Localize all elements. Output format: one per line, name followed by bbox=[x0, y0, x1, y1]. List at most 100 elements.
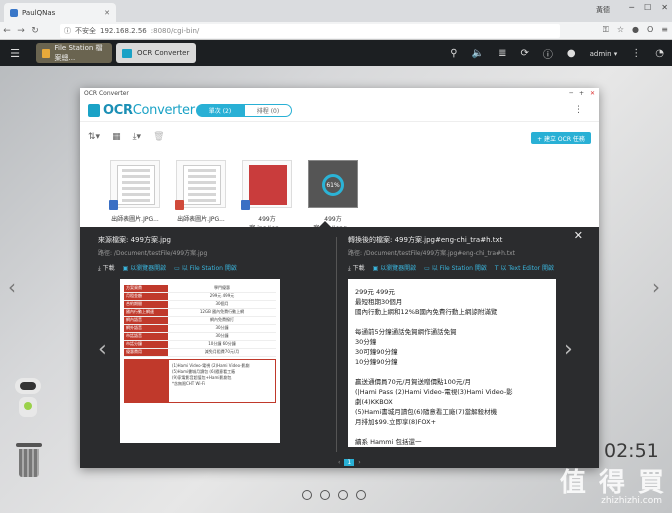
pager-next-icon[interactable]: › bbox=[358, 459, 360, 466]
row-key: 合約期間 bbox=[124, 301, 168, 308]
task-item[interactable]: 出師表圖片.JPG... bbox=[109, 160, 160, 232]
source-table-row: 市話分鐘 10分鐘 60分鐘 bbox=[124, 341, 276, 349]
close-tab-icon[interactable]: ✕ bbox=[104, 9, 110, 17]
source-table-row: 月租金額 299元 499元 bbox=[124, 293, 276, 301]
close-app-icon[interactable]: ✕ bbox=[590, 90, 595, 97]
taskbar-right: ⚲ 🔈 ≣ ⟳ ⓘ ● admin ▾ ⋮ ◔ bbox=[450, 46, 664, 61]
current-page[interactable]: 1 bbox=[344, 459, 355, 466]
search-icon[interactable]: ⚲ bbox=[450, 48, 457, 59]
row-value: 減免月租費70元/月 bbox=[204, 349, 240, 354]
row-value: 網內免費撥打 bbox=[210, 317, 234, 322]
sync-icon[interactable]: ⟳ bbox=[520, 48, 528, 59]
opera-icon[interactable]: O bbox=[647, 25, 653, 35]
maximize-app-icon[interactable]: + bbox=[579, 90, 584, 97]
browser-menu-icon[interactable]: ≡ bbox=[661, 25, 668, 35]
source-table-bottom: (1)Hami Video-電視 (2)Hami Video-影劇 (5)Ham… bbox=[124, 359, 276, 403]
ocr-result-text: 299元 499元 最短租期30個月 國內行動上網和12%B國內免費行動上網諒附… bbox=[348, 279, 556, 447]
download-link[interactable]: ⤓ 下載 bbox=[98, 263, 115, 273]
main-menu-icon[interactable]: ☰ bbox=[0, 47, 30, 60]
tab-title: PaulQNas bbox=[22, 8, 56, 17]
source-table-row: 方案資費 學門優惠 bbox=[124, 285, 276, 293]
source-title: 來源檔案: 499方案.jpg bbox=[98, 236, 172, 244]
task-item[interactable]: 61% 499方案.jpg#eng... bbox=[308, 160, 358, 232]
desktop-prev-icon[interactable]: ‹ bbox=[8, 275, 16, 299]
more-icon[interactable]: ⋮ bbox=[631, 48, 641, 59]
row-value: 299元 499元 bbox=[209, 293, 235, 298]
volume-icon[interactable]: 🔈 bbox=[472, 48, 484, 59]
browser-tab[interactable]: PaulQNas ✕ bbox=[4, 3, 116, 22]
open-browser-link[interactable]: ▣ 以瀏覽器開啟 bbox=[373, 263, 417, 273]
minimize-app-icon[interactable]: ─ bbox=[569, 90, 573, 97]
open-browser-link[interactable]: ▣ 以瀏覽器開啟 bbox=[123, 263, 167, 273]
back-icon[interactable]: ← bbox=[0, 26, 14, 36]
url-input[interactable]: ⓘ 不安全 192.168.2.56:8080/cgi-bin/ bbox=[60, 24, 560, 38]
create-task-button[interactable]: + 建立 OCR 任務 bbox=[531, 132, 591, 144]
forward-icon[interactable]: → bbox=[14, 26, 28, 36]
watermark-logo: 值 得 買 bbox=[559, 468, 666, 498]
open-filestation-link[interactable]: ▭ 以 File Station 開啟 bbox=[424, 263, 487, 273]
prev-page-icon[interactable]: ‹ bbox=[98, 337, 107, 362]
preview-panel: ✕ 來源檔案: 499方案.jpg 路徑: /Document/testFile… bbox=[80, 227, 599, 468]
source-table-row: 合約期間 30個月 bbox=[124, 301, 276, 309]
next-page-icon[interactable]: › bbox=[564, 337, 573, 362]
sort-icon[interactable]: ⇅▾ bbox=[88, 132, 100, 142]
taskbar-tab-ocr[interactable]: OCR Converter bbox=[116, 43, 196, 63]
qts-taskbar: ☰ ▭ File Station 檔案總... OCR Converter ⚲ … bbox=[0, 40, 672, 66]
watermark-url: zhizhizhi.com bbox=[601, 496, 662, 506]
desktop-next-icon[interactable]: › bbox=[652, 275, 660, 299]
result-title: 轉換後的檔案: 499方案.jpg#eng-chi_tra#h.txt bbox=[348, 236, 503, 244]
tasks-icon[interactable]: ≣ bbox=[498, 48, 506, 59]
user-menu[interactable]: admin ▾ bbox=[590, 50, 618, 58]
app-menu-icon[interactable]: ⋮ bbox=[574, 105, 583, 115]
browser-toolbar-icons: ⚿ ☆ ● O ≡ bbox=[603, 25, 668, 35]
close-preview-icon[interactable]: ✕ bbox=[574, 229, 583, 242]
taskbar-tab-filestation[interactable]: File Station 檔案總... bbox=[36, 43, 112, 63]
key-icon[interactable]: ⚿ bbox=[603, 25, 609, 35]
dock-app-3-icon[interactable] bbox=[338, 490, 348, 500]
user-icon[interactable]: ● bbox=[567, 48, 576, 59]
recycle-bin-icon[interactable] bbox=[16, 443, 42, 477]
tab-schedule[interactable]: 排程 (0) bbox=[244, 104, 292, 117]
close-window-icon[interactable]: ✕ bbox=[661, 3, 668, 12]
download-icon[interactable]: ⤓▾ bbox=[133, 132, 142, 142]
taskbar-tab-label: File Station 檔案總... bbox=[54, 44, 103, 62]
desktop-clock: 02:51 bbox=[604, 440, 659, 462]
window-titlebar: OCR Converter ─ + ✕ bbox=[80, 88, 599, 98]
download-link[interactable]: ⤓ 下載 bbox=[348, 263, 365, 273]
source-table-row: 網內語音 網內免費撥打 bbox=[124, 317, 276, 325]
open-filestation-link[interactable]: ▭ 以 File Station 開啟 bbox=[174, 263, 237, 273]
result-actions: ⤓ 下載 ▣ 以瀏覽器開啟 ▭ 以 File Station 開啟 T 以 Te… bbox=[348, 263, 554, 273]
info-icon[interactable]: ⓘ bbox=[543, 46, 553, 61]
window-user: 黃德 bbox=[596, 6, 610, 14]
dock-app-1-icon[interactable] bbox=[302, 490, 312, 500]
row-value: 學門優惠 bbox=[214, 285, 230, 290]
row-key: 優惠費用 bbox=[124, 349, 168, 356]
assistant-robot-icon[interactable] bbox=[12, 378, 44, 424]
pager-prev-icon[interactable]: ‹ bbox=[338, 459, 340, 466]
source-table-row: 市話語音 30分鐘 bbox=[124, 333, 276, 341]
dashboard-icon[interactable]: ◔ bbox=[655, 48, 664, 59]
open-texteditor-link[interactable]: T 以 Text Editor 開啟 bbox=[495, 263, 554, 273]
browser-titlebar: PaulQNas ✕ 黃德 ─ ☐ ✕ bbox=[0, 0, 672, 22]
grid-view-icon[interactable]: ▦ bbox=[112, 132, 121, 142]
row-key: 方案資費 bbox=[124, 285, 168, 292]
dock-app-4-icon[interactable] bbox=[356, 490, 366, 500]
row-key: 國內行動上網速 bbox=[124, 309, 168, 316]
task-item[interactable]: 出師表圖片.JPG... bbox=[175, 160, 226, 232]
reload-icon[interactable]: ↻ bbox=[28, 26, 42, 36]
pane-divider bbox=[336, 237, 337, 452]
delete-icon[interactable]: 🗑 bbox=[153, 132, 164, 142]
extension-icon[interactable]: ● bbox=[632, 25, 639, 35]
address-bar: ← → ↻ ⓘ 不安全 192.168.2.56:8080/cgi-bin/ ⚿… bbox=[0, 22, 672, 40]
row-key: 市話分鐘 bbox=[124, 341, 168, 348]
maximize-icon[interactable]: ☐ bbox=[644, 3, 651, 12]
source-table-row: 網外語音 30分鐘 bbox=[124, 325, 276, 333]
star-icon[interactable]: ☆ bbox=[617, 25, 624, 35]
dock-app-2-icon[interactable] bbox=[320, 490, 330, 500]
word-file-icon bbox=[109, 200, 118, 210]
source-table: 方案資費 學門優惠 月租金額 299元 499元 合約期間 30個月 國內行動上網速 12GB… bbox=[124, 285, 276, 357]
task-item-selected[interactable]: 499方案.jpg#en... bbox=[241, 160, 292, 232]
window-controls: ─ ☐ ✕ bbox=[629, 3, 668, 12]
minimize-icon[interactable]: ─ bbox=[629, 3, 634, 12]
tab-single[interactable]: 單次 (2) bbox=[196, 104, 244, 117]
